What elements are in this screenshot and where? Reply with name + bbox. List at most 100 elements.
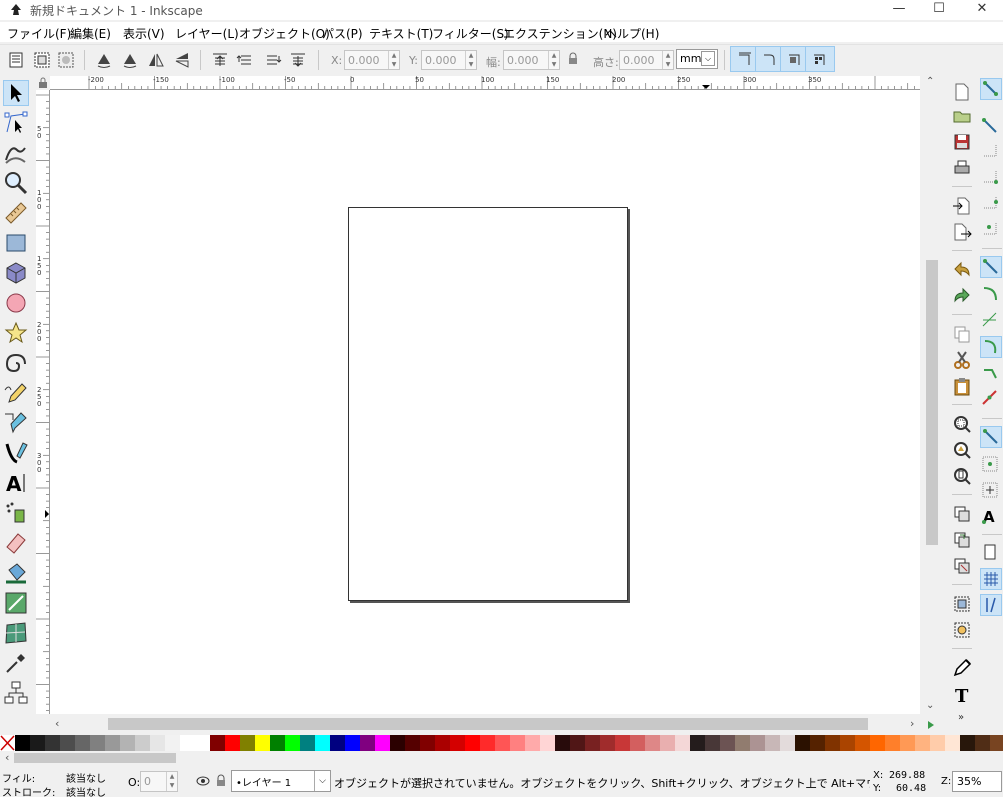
- color-swatch[interactable]: [660, 735, 675, 751]
- minimize-button[interactable]: —: [879, 0, 919, 20]
- dropper-tool[interactable]: [3, 650, 29, 676]
- color-swatch[interactable]: [765, 735, 780, 751]
- color-swatch[interactable]: [630, 735, 645, 751]
- node-tool[interactable]: [3, 110, 29, 136]
- more-commands-icon[interactable]: »: [958, 712, 964, 723]
- color-swatch[interactable]: [90, 735, 105, 751]
- horizontal-scroll-thumb[interactable]: [108, 718, 868, 730]
- menu-edit[interactable]: 編集(E): [70, 25, 111, 42]
- color-swatch[interactable]: [615, 735, 630, 751]
- lock-guides-icon[interactable]: [36, 76, 50, 90]
- cut-icon[interactable]: [952, 350, 972, 370]
- deselect-icon[interactable]: [56, 50, 76, 70]
- x-spin-arrows[interactable]: ▲ ▼: [388, 51, 399, 69]
- snap-page-border-button[interactable]: [980, 542, 1002, 564]
- raise-icon[interactable]: [236, 50, 256, 70]
- spiral-tool[interactable]: [3, 350, 29, 376]
- menu-view[interactable]: 表示(V): [123, 25, 165, 42]
- color-swatch[interactable]: [750, 735, 765, 751]
- width-spin-arrows[interactable]: ▲ ▼: [548, 51, 559, 69]
- zoom-selection-icon[interactable]: [952, 414, 972, 434]
- group-icon[interactable]: [952, 594, 972, 614]
- color-swatch[interactable]: [885, 735, 900, 751]
- menu-help[interactable]: ヘルプ(H): [605, 25, 659, 42]
- height-field[interactable]: 0.000 ▲ ▼: [619, 50, 674, 70]
- mesh-tool[interactable]: [3, 620, 29, 646]
- color-swatch[interactable]: [15, 735, 30, 751]
- color-swatch[interactable]: [675, 735, 690, 751]
- snap-bbox-midpoint-button[interactable]: [980, 192, 1002, 214]
- paint-bucket-tool[interactable]: [3, 560, 29, 586]
- color-swatch[interactable]: [960, 735, 975, 751]
- fill-stroke-icon[interactable]: [952, 658, 972, 678]
- width-field[interactable]: 0.000 ▲ ▼: [503, 50, 560, 70]
- vertical-scrollbar[interactable]: ⌃ ⌄: [922, 76, 939, 716]
- snap-guides-button[interactable]: [980, 594, 1002, 616]
- color-swatch[interactable]: [285, 735, 300, 751]
- scroll-up-icon[interactable]: ⌃: [926, 76, 934, 87]
- 3d-box-tool[interactable]: [3, 260, 29, 286]
- snap-bbox-edge-button[interactable]: [980, 140, 1002, 162]
- color-swatch[interactable]: [900, 735, 915, 751]
- snap-intersection-button[interactable]: [980, 310, 1002, 332]
- print-icon[interactable]: [952, 158, 972, 178]
- select-all-layers-icon[interactable]: [32, 50, 52, 70]
- color-swatch[interactable]: [855, 735, 870, 751]
- rotate-ccw-icon[interactable]: [94, 50, 114, 70]
- no-paint-swatch[interactable]: [0, 735, 15, 751]
- scroll-down-icon[interactable]: ⌄: [926, 700, 934, 711]
- color-swatch[interactable]: [930, 735, 945, 751]
- palette-scroll-thumb[interactable]: [14, 753, 176, 763]
- duplicate-icon[interactable]: [952, 504, 972, 524]
- color-swatch[interactable]: [375, 735, 390, 751]
- color-swatch[interactable]: [555, 735, 570, 751]
- snap-nodes-button[interactable]: [980, 256, 1002, 278]
- eraser-tool[interactable]: [3, 530, 29, 556]
- snap-others-button[interactable]: [980, 426, 1002, 448]
- color-swatch[interactable]: [240, 735, 255, 751]
- opacity-spin-arrows[interactable]: ▲ ▼: [166, 772, 177, 791]
- connector-tool[interactable]: [3, 680, 29, 706]
- layer-lock-icon[interactable]: [215, 774, 227, 788]
- menu-object[interactable]: オブジェクト(O): [239, 25, 330, 42]
- color-swatch[interactable]: [945, 735, 960, 751]
- color-swatch[interactable]: [510, 735, 525, 751]
- color-swatch[interactable]: [210, 735, 225, 751]
- stroke-value[interactable]: 該当なし: [66, 784, 106, 797]
- color-swatch[interactable]: [795, 735, 810, 751]
- unlink-clone-icon[interactable]: [952, 556, 972, 576]
- save-icon[interactable]: [952, 132, 972, 152]
- horizontal-ruler[interactable]: -200 -150 -100 -50 0 50 100 150 200 250 …: [50, 76, 920, 90]
- zoom-drawing-icon[interactable]: [952, 440, 972, 460]
- color-swatch[interactable]: [75, 735, 90, 751]
- color-swatch[interactable]: [255, 735, 270, 751]
- color-swatch[interactable]: [450, 735, 465, 751]
- color-swatch[interactable]: [390, 735, 405, 751]
- color-swatch[interactable]: [315, 735, 330, 751]
- snap-midpoints-button[interactable]: [980, 388, 1002, 410]
- color-swatch[interactable]: [360, 735, 375, 751]
- color-swatch[interactable]: [600, 735, 615, 751]
- color-swatch[interactable]: [300, 735, 315, 751]
- y-spin-arrows[interactable]: ▲ ▼: [465, 51, 476, 69]
- maximize-button[interactable]: ☐: [919, 0, 959, 20]
- color-swatch[interactable]: [975, 735, 990, 751]
- height-spin-arrows[interactable]: ▲ ▼: [662, 51, 673, 69]
- flip-vertical-icon[interactable]: [172, 50, 192, 70]
- zoom-page-icon[interactable]: [952, 466, 972, 486]
- color-swatch[interactable]: [780, 735, 795, 751]
- document-page[interactable]: [348, 207, 628, 601]
- color-swatch[interactable]: [990, 735, 1003, 751]
- ungroup-icon[interactable]: [952, 620, 972, 640]
- snap-bbox-button[interactable]: [980, 116, 1002, 138]
- color-swatch[interactable]: [60, 735, 75, 751]
- calligraphy-tool[interactable]: [3, 440, 29, 466]
- snap-bbox-corner-button[interactable]: [980, 166, 1002, 188]
- rectangle-tool[interactable]: [3, 230, 29, 256]
- menu-filter[interactable]: フィルター(S): [432, 25, 509, 42]
- color-swatch[interactable]: [840, 735, 855, 751]
- undo-icon[interactable]: [952, 260, 972, 280]
- snap-cusp-nodes-button[interactable]: [980, 336, 1002, 358]
- export-icon[interactable]: [952, 222, 972, 242]
- copy-icon[interactable]: [952, 324, 972, 344]
